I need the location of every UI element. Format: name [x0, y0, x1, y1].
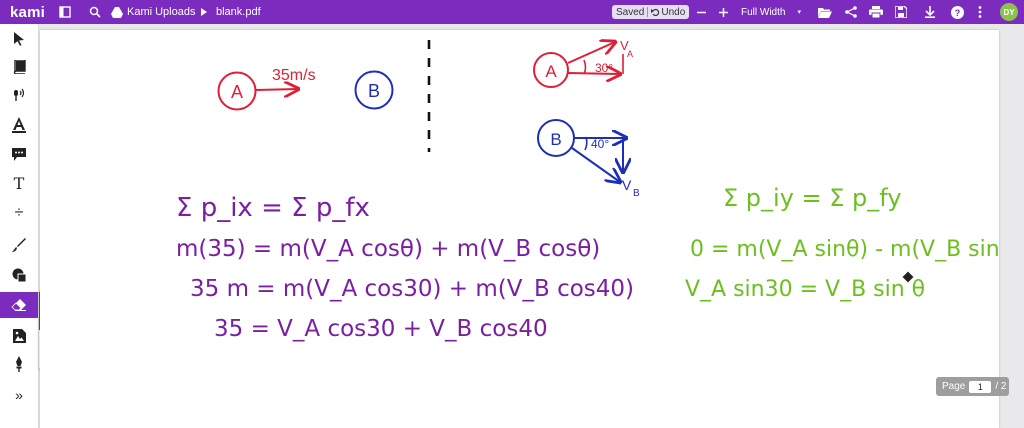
- scrollbar-track[interactable]: [1014, 30, 1024, 428]
- image-icon[interactable]: [8, 325, 30, 347]
- speed-label: 35m/s: [272, 67, 316, 84]
- equation-line: 35 m = m(V_A cos30) + m(V_B cos40): [190, 276, 634, 302]
- x-momentum-equations: Σ p_ix = Σ p_fx m(35) = m(V_A cosθ) + m(…: [176, 193, 634, 342]
- angle-b-label: 40°: [591, 137, 609, 151]
- svg-text:?: ?: [955, 8, 961, 18]
- zoom-select[interactable]: Full Width ▾: [741, 0, 801, 24]
- document-page[interactable]: A 35m/s B A 30° V A B 40° V B Σ p_ix = Σ…: [40, 30, 999, 428]
- help-icon[interactable]: ?: [951, 0, 964, 24]
- breadcrumb-folder[interactable]: Kami Uploads: [127, 0, 195, 24]
- shapes-icon[interactable]: [8, 264, 30, 286]
- zoom-value: Full Width: [741, 6, 786, 18]
- markup-icon[interactable]: [8, 114, 30, 136]
- plus-icon[interactable]: [719, 0, 728, 24]
- tool-sidebar: T ÷ »: [0, 24, 39, 428]
- vec-b-subscript: B: [633, 188, 640, 199]
- equation-line: Σ p_iy = Σ p_fy: [723, 184, 902, 212]
- voice-icon[interactable]: [8, 84, 30, 106]
- page-label: Page: [942, 381, 966, 392]
- vec-b-label: V: [622, 177, 632, 193]
- angle-a-label: 30°: [595, 61, 613, 75]
- equation-icon[interactable]: ÷: [8, 202, 30, 224]
- expand-icon[interactable]: »: [8, 384, 30, 406]
- minus-icon[interactable]: [697, 0, 706, 24]
- equation-line: m(35) = m(V_A cosθ) + m(V_B cosθ): [176, 236, 600, 262]
- page-total: / 2: [995, 381, 1007, 392]
- print-icon[interactable]: [869, 0, 883, 24]
- drawing-icon[interactable]: [8, 234, 30, 256]
- divider: [647, 7, 649, 17]
- eraser-icon[interactable]: [8, 294, 30, 316]
- y-momentum-equations: Σ p_iy = Σ p_fy 0 = m(V_A sinθ) - m(V_B …: [685, 184, 999, 302]
- book-icon[interactable]: [8, 56, 30, 78]
- ball-a-final: A 30° V A: [533, 38, 633, 88]
- comment-icon[interactable]: [8, 143, 30, 165]
- save-status: Saved Undo: [612, 5, 690, 19]
- download-icon[interactable]: [924, 0, 936, 24]
- svg-text:A: A: [231, 82, 243, 102]
- text-icon[interactable]: T: [8, 172, 30, 194]
- avatar[interactable]: DY: [1000, 3, 1018, 21]
- saved-label: Saved: [616, 6, 645, 18]
- more-vertical-icon[interactable]: [978, 0, 982, 24]
- ball-a-initial: A 35m/s: [217, 67, 316, 111]
- ball-b-final: B 40° V B: [537, 119, 640, 199]
- equation-line: 35 = V_A cos30 + V_B cos40: [214, 316, 548, 342]
- chevron-right-icon: [201, 0, 207, 24]
- undo-button[interactable]: Undo: [661, 7, 685, 18]
- page-indicator: Page 1 / 2: [936, 377, 1009, 396]
- ball-b-initial: B: [354, 70, 394, 110]
- top-bar: kami Kami Uploads blank.pdf Saved Undo F…: [0, 0, 1024, 24]
- svg-text:B: B: [368, 81, 380, 101]
- equation-line: Σ p_ix = Σ p_fx: [176, 193, 370, 223]
- select-icon[interactable]: [8, 28, 30, 50]
- equation-line: V_A sin30 = V_B sin θ: [685, 277, 925, 302]
- sidebar-toggle-icon[interactable]: [59, 0, 71, 24]
- svg-text:A: A: [545, 62, 557, 81]
- search-icon[interactable]: [89, 0, 101, 24]
- svg-text:B: B: [550, 130, 561, 149]
- save-icon[interactable]: [895, 0, 907, 24]
- undo-icon[interactable]: [651, 8, 660, 17]
- equation-line: 0 = m(V_A sinθ) - m(V_B sinθ): [690, 237, 999, 262]
- share-icon[interactable]: [845, 0, 857, 24]
- vec-a-subscript: A: [627, 49, 633, 59]
- drive-icon: [111, 0, 123, 24]
- kami-logo: kami: [10, 3, 45, 21]
- ink-canvas[interactable]: A 35m/s B A 30° V A B 40° V B Σ p_ix = Σ…: [40, 30, 999, 428]
- breadcrumb-file[interactable]: blank.pdf: [216, 0, 261, 24]
- signature-icon[interactable]: [8, 353, 30, 375]
- chevron-down-icon: ▾: [797, 9, 801, 16]
- folder-open-icon[interactable]: [818, 0, 832, 24]
- page-number-input[interactable]: 1: [969, 380, 992, 393]
